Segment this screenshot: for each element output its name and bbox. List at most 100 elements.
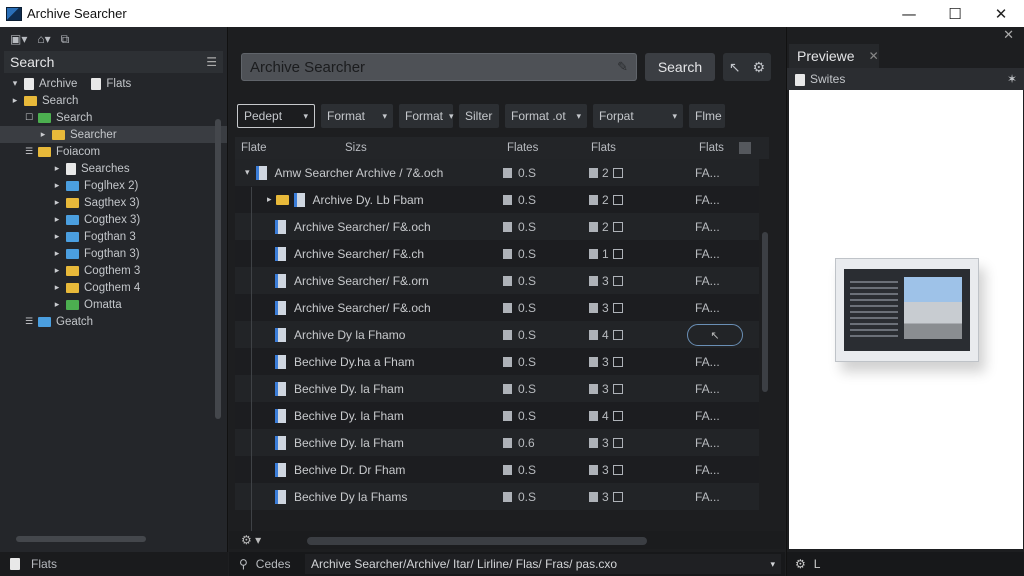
search-button[interactable]: Search [645,53,715,81]
panel-close-icon[interactable]: ✕ [1003,27,1014,44]
maximize-button[interactable]: ☐ [932,0,978,27]
checkbox-icon[interactable] [612,194,623,205]
checkbox-icon[interactable] [612,167,623,178]
table-row[interactable]: Archive Searcher/ F&.ch 0.S 1 FA... [235,240,759,267]
checkbox-icon[interactable] [612,356,623,367]
table-row[interactable]: ▾ Amw Searcher Archive / 7&.och 0.S 2 FA... [235,159,759,186]
file-list-vertical-scrollbar[interactable] [759,137,771,537]
build-icon[interactable]: ⌂▾ [37,32,50,46]
checkbox-icon[interactable] [612,275,623,286]
tree-item[interactable]: ▸ Fogthan 3) [0,245,227,262]
column-chooser-icon[interactable] [739,142,751,154]
tree-item[interactable]: ▸ Cogthem 3 [0,262,227,279]
expand-toggle-icon[interactable]: ☰ [24,146,34,157]
expand-toggle-icon[interactable]: ☰ [24,316,34,327]
filter-dropdown[interactable]: Format ▾ [321,104,393,128]
pin-icon[interactable]: ✶ [1007,72,1017,86]
table-row[interactable]: Bechive Dy.ha a Fham 0.S 3 FA... [235,348,759,375]
table-row[interactable]: Bechive Dy. la Fham 0.S 4 FA... [235,402,759,429]
settings-icon[interactable]: ⚙ ▾ [241,533,261,547]
search-input[interactable]: Archive Searcher ✎ [241,53,637,81]
checkbox-icon[interactable] [612,437,623,448]
expand-toggle-icon[interactable]: ▸ [267,194,272,205]
filter-dropdown[interactable]: Flme [689,104,725,128]
table-row[interactable]: Bechive Dy. la Fham 0.6 3 FA... [235,429,759,456]
expand-toggle-icon[interactable]: ▸ [52,180,62,191]
column-header[interactable]: Flats [699,142,724,154]
checkbox-icon[interactable] [612,464,623,475]
expand-toggle-icon[interactable]: ▸ [52,214,62,225]
expand-toggle-icon[interactable]: ▸ [52,231,62,242]
tree-item[interactable]: ☰ Foiacom [0,143,227,160]
tab-close-icon[interactable]: ✕ [869,49,879,63]
expand-toggle-icon[interactable]: ▸ [52,197,62,208]
tree-item[interactable]: ▸ Fogthan 3 [0,228,227,245]
filter-dropdown[interactable]: Format ▾ [399,104,454,128]
checkbox-icon[interactable] [612,491,623,502]
expand-toggle-icon[interactable]: ▸ [52,163,62,174]
tree-item[interactable]: ▸ Cogthex 3) [0,211,227,228]
expand-toggle-icon[interactable]: ▾ [10,78,20,89]
folder-icon [66,214,79,225]
minimize-button[interactable]: — [886,0,932,27]
tree-item[interactable]: ☰ Geatch [0,313,227,330]
sidebar-search-header[interactable]: Search ☰ [4,51,223,73]
path-field[interactable]: Archive Searcher/Archive/ Itar/ Lirline/… [305,554,781,574]
column-header[interactable]: Flate [241,142,267,154]
close-button[interactable]: ✕ [978,0,1024,27]
table-row[interactable]: Bechive Dy. la Fham 0.S 3 FA... [235,375,759,402]
tab-preview[interactable]: Previewe ✕ [789,44,879,68]
checkbox-icon[interactable] [612,248,623,259]
checkbox-icon[interactable] [612,329,623,340]
expand-toggle-icon[interactable]: ▸ [52,282,62,293]
checkbox-icon[interactable] [612,221,623,232]
filter-dropdown[interactable]: Silter [459,104,499,128]
column-header[interactable]: Flates [507,142,538,154]
menu-icon[interactable]: ☰ [206,55,217,69]
tree-item[interactable]: ▸ Search [0,92,227,109]
column-header[interactable]: Sizs [345,142,367,154]
column-header[interactable]: Flats [591,142,616,154]
table-row[interactable]: Bechive Dr. Dr Fham 0.S 3 FA... [235,456,759,483]
copy-icon[interactable]: ⧉ [61,32,70,47]
tree-item[interactable]: ▸ Searches [0,160,227,177]
checkbox-icon[interactable] [612,302,623,313]
expand-toggle-icon[interactable]: ▸ [10,95,20,106]
expand-toggle-icon[interactable]: ▸ [52,248,62,259]
table-row[interactable]: Archive Searcher/ F&.orn 0.S 3 FA... [235,267,759,294]
gear-icon[interactable]: ⚙ [753,59,766,76]
pin-icon[interactable]: ✎ [617,59,628,75]
file-list-horizontal-scrollbar[interactable]: ⚙ ▾ [229,531,785,549]
expand-toggle-icon[interactable]: ▸ [52,265,62,276]
table-row[interactable]: Archive Searcher/ F&.och 0.S 3 FA... [235,294,759,321]
tree-item[interactable]: ▸ Foglhex 2) [0,177,227,194]
file-size: 0.S [518,381,537,396]
expand-toggle-icon[interactable]: ☐ [24,112,34,123]
tree-item-label: Fogthan 3 [84,230,136,243]
expand-toggle-icon[interactable]: ▸ [38,129,48,140]
filter-dropdown[interactable]: Format .ot ▾ [505,104,587,128]
sidebar-vertical-scrollbar[interactable] [213,97,223,562]
tree-item[interactable]: ▸ Cogthem 4 [0,279,227,296]
wrench-icon[interactable]: ↖ [729,59,741,76]
gear-icon[interactable]: ⚙ [795,557,806,571]
filter-dropdown[interactable]: Forpat ▾ [593,104,683,128]
table-row[interactable]: Archive Dy la Fhamo 0.S 4 ↖ [235,321,759,348]
table-row[interactable]: Bechive Dy la Fhams 0.S 3 FA... [235,483,759,510]
path-dropdown-icon[interactable]: ▾ [770,559,775,570]
table-row[interactable]: ▸ Archive Dy. Lb Fbam 0.S 2 FA... [235,186,759,213]
sidebar-horizontal-scrollbar[interactable] [6,535,206,543]
tree-item[interactable]: ▸ Searcher [0,126,227,143]
filter-dropdown[interactable]: Pedept ▾ [237,104,315,128]
expand-toggle-icon[interactable]: ▾ [245,167,250,178]
table-row[interactable]: Archive Searcher/ F&.och 0.S 2 FA... [235,213,759,240]
new-file-icon[interactable]: ▣▾ [10,32,27,46]
tree-item[interactable]: ▸ Omatta [0,296,227,313]
checkbox-icon[interactable] [612,383,623,394]
inline-action-button[interactable]: ↖ [687,324,743,346]
tree-item[interactable]: ▸ Sagthex 3) [0,194,227,211]
expand-toggle-icon[interactable]: ▸ [52,299,62,310]
checkbox-icon[interactable] [612,410,623,421]
tree-item[interactable]: ☐ Search [0,109,227,126]
tree-item[interactable]: ▾ Archive Flats [0,75,227,92]
